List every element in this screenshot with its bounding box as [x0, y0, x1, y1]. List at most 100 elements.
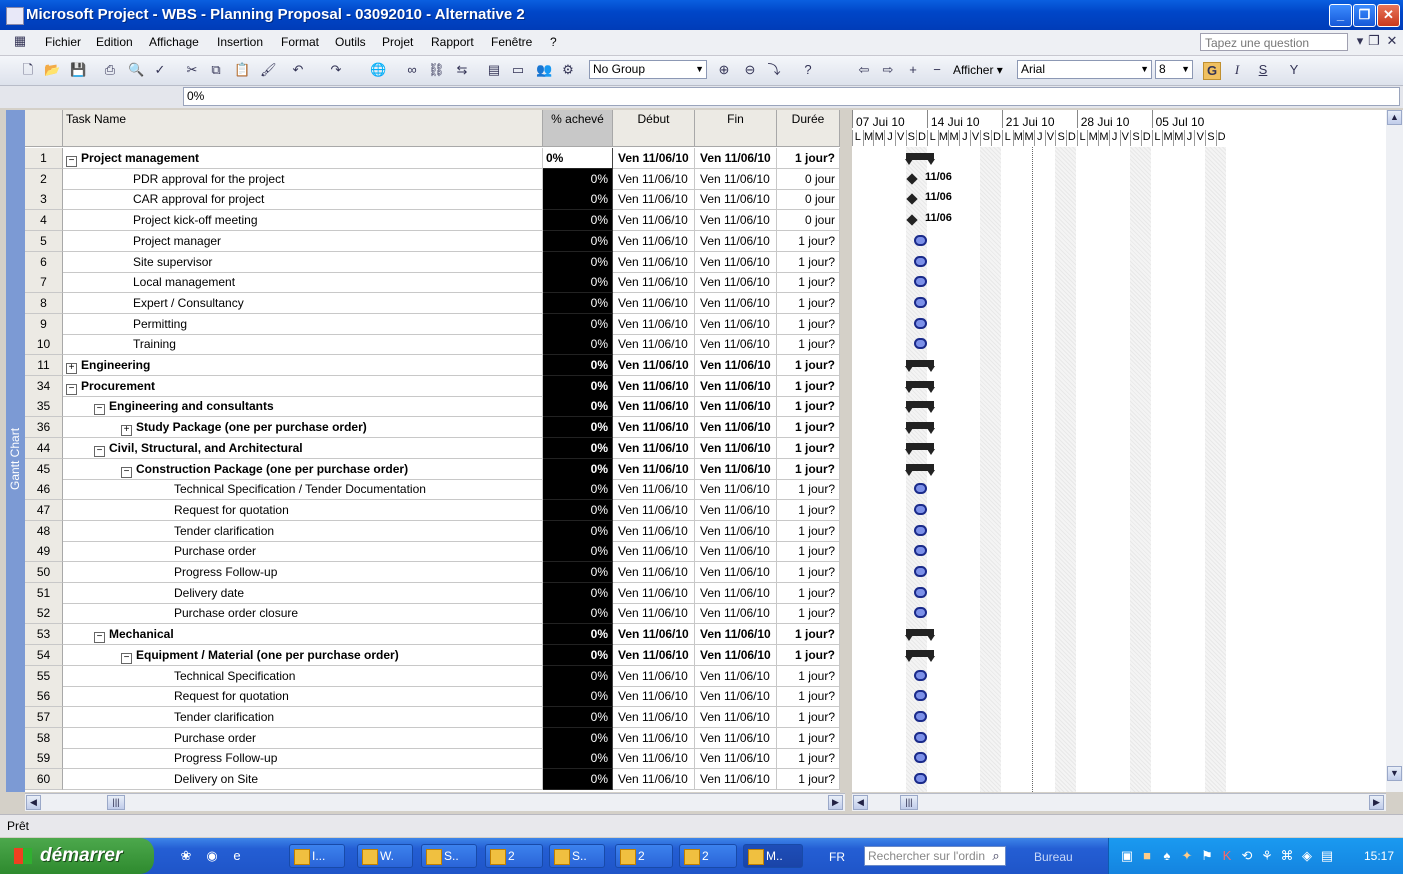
- timescale-day[interactable]: M: [1087, 130, 1099, 146]
- timescale-day[interactable]: M: [1162, 130, 1173, 146]
- column-header-finish[interactable]: Fin: [695, 110, 777, 147]
- ie-icon[interactable]: e: [229, 848, 245, 864]
- pct-complete-cell[interactable]: 0%: [543, 541, 613, 563]
- duration-cell[interactable]: 1 jour?: [777, 562, 840, 583]
- pct-complete-cell[interactable]: 0%: [543, 417, 613, 439]
- start-date-cell[interactable]: Ven 11/06/10: [613, 189, 695, 211]
- task-bar[interactable]: [914, 566, 927, 577]
- menu-edition[interactable]: Edition: [96, 35, 133, 49]
- task-name-cell[interactable]: + Study Package (one per purchase order): [63, 417, 543, 439]
- start-date-cell[interactable]: Ven 11/06/10: [613, 624, 695, 646]
- tray-icon[interactable]: ⚘: [1259, 848, 1275, 864]
- split-task-icon[interactable]: ⇆: [454, 62, 470, 78]
- duration-cell[interactable]: 1 jour?: [777, 355, 840, 376]
- tray-icon[interactable]: ■: [1139, 848, 1155, 864]
- unlink-tasks-icon[interactable]: ⛓: [428, 62, 445, 78]
- duration-cell[interactable]: 1 jour?: [777, 417, 840, 439]
- table-row[interactable]: 59 Progress Follow-up 0% Ven 11/06/10 Ven 11…: [25, 748, 840, 770]
- column-header-start[interactable]: Début: [613, 110, 695, 147]
- row-id[interactable]: 58: [25, 727, 63, 749]
- start-date-cell[interactable]: Ven 11/06/10: [613, 686, 695, 708]
- timescale-day[interactable]: J: [884, 130, 895, 146]
- start-date-cell[interactable]: Ven 11/06/10: [613, 168, 695, 190]
- pct-complete-cell[interactable]: 0%: [543, 334, 613, 356]
- row-id[interactable]: 52: [25, 603, 63, 625]
- pct-complete-cell[interactable]: 0%: [543, 727, 613, 749]
- save-icon[interactable]: 💾: [70, 62, 86, 78]
- timescale-day[interactable]: D: [991, 130, 1002, 146]
- tray-icon[interactable]: ▤: [1319, 848, 1335, 864]
- goto-task-icon[interactable]: ⤵: [766, 62, 782, 78]
- collapse-icon[interactable]: −: [66, 383, 77, 395]
- task-name-cell[interactable]: Project manager: [63, 230, 543, 252]
- finish-date-cell[interactable]: Ven 11/06/10: [695, 148, 777, 169]
- start-date-cell[interactable]: Ven 11/06/10: [613, 417, 695, 439]
- redo-icon[interactable]: ↷: [328, 62, 344, 78]
- duration-cell[interactable]: 1 jour?: [777, 748, 840, 770]
- start-date-cell[interactable]: Ven 11/06/10: [613, 665, 695, 687]
- pct-complete-cell[interactable]: 0%: [543, 355, 613, 376]
- finish-date-cell[interactable]: Ven 11/06/10: [695, 769, 777, 790]
- timescale-day[interactable]: M: [948, 130, 959, 146]
- tray-icon[interactable]: ✦: [1179, 848, 1195, 864]
- spell-check-icon[interactable]: ✓: [152, 62, 168, 78]
- summary-bar[interactable]: [905, 360, 935, 372]
- finish-date-cell[interactable]: Ven 11/06/10: [695, 541, 777, 563]
- finish-date-cell[interactable]: Ven 11/06/10: [695, 479, 777, 501]
- table-row[interactable]: 46 Technical Specification / Tender Docum…: [25, 479, 840, 501]
- task-name-cell[interactable]: Permitting: [63, 313, 543, 335]
- row-id[interactable]: 35: [25, 396, 63, 418]
- task-bar[interactable]: [914, 710, 927, 722]
- desktop-toolbar-label[interactable]: Bureau: [1034, 850, 1073, 864]
- pct-complete-cell[interactable]: 0%: [543, 479, 613, 501]
- outdent-icon[interactable]: ⇦: [856, 62, 872, 78]
- zoom-in-icon[interactable]: ⊕: [716, 62, 732, 78]
- finish-date-cell[interactable]: Ven 11/06/10: [695, 251, 777, 273]
- tray-icon[interactable]: ▣: [1119, 848, 1135, 864]
- start-date-cell[interactable]: Ven 11/06/10: [613, 644, 695, 666]
- table-row[interactable]: 49 Purchase order 0% Ven 11/06/10 Ven 11/06/…: [25, 541, 840, 563]
- pct-complete-cell[interactable]: 0%: [543, 624, 613, 646]
- task-info-icon[interactable]: ▤: [486, 62, 502, 78]
- finish-date-cell[interactable]: Ven 11/06/10: [695, 230, 777, 252]
- row-id[interactable]: 54: [25, 644, 63, 666]
- start-date-cell[interactable]: Ven 11/06/10: [613, 706, 695, 728]
- timescale-day[interactable]: L: [852, 130, 863, 146]
- row-id[interactable]: 60: [25, 769, 63, 790]
- duration-cell[interactable]: 1 jour?: [777, 272, 840, 294]
- row-id[interactable]: 9: [25, 313, 63, 335]
- timescale-day[interactable]: S: [1205, 130, 1216, 146]
- timescale-day[interactable]: D: [916, 130, 927, 146]
- timescale-day[interactable]: V: [1119, 130, 1131, 146]
- milestone-diamond[interactable]: [906, 173, 918, 185]
- taskbar-button[interactable]: 2: [485, 844, 543, 868]
- timescale-day[interactable]: L: [1001, 130, 1013, 146]
- publish-icon[interactable]: ⚙: [560, 62, 576, 78]
- duration-cell[interactable]: 1 jour?: [777, 458, 840, 480]
- finish-date-cell[interactable]: Ven 11/06/10: [695, 644, 777, 666]
- tray-icon[interactable]: ⚑: [1199, 848, 1215, 864]
- table-row[interactable]: 55 Technical Specification 0% Ven 11/06/10 V…: [25, 665, 840, 687]
- tray-icon[interactable]: ◈: [1299, 848, 1315, 864]
- indent-icon[interactable]: ⇨: [880, 62, 896, 78]
- task-name-cell[interactable]: Delivery on Site: [63, 769, 543, 790]
- row-id[interactable]: 45: [25, 458, 63, 480]
- finish-date-cell[interactable]: Ven 11/06/10: [695, 562, 777, 583]
- menu-fenetre[interactable]: Fenêtre: [491, 35, 532, 49]
- row-id[interactable]: 10: [25, 334, 63, 356]
- timescale-day[interactable]: V: [1194, 130, 1206, 146]
- collapse-icon[interactable]: −: [94, 404, 105, 416]
- task-bar[interactable]: [914, 524, 927, 536]
- table-row[interactable]: 4 Project kick-off meeting 0% Ven 11/06/10 V…: [25, 210, 840, 232]
- scroll-down-icon[interactable]: ▼: [1387, 766, 1402, 781]
- timescale-day[interactable]: M: [862, 130, 874, 146]
- table-row[interactable]: 45− Construction Package (one per purchas…: [25, 458, 840, 480]
- pct-complete-editor[interactable]: 0%: [543, 148, 613, 169]
- row-id[interactable]: 1: [25, 148, 63, 169]
- table-horizontal-scrollbar[interactable]: ◀ ||| ▶: [25, 793, 845, 811]
- afficher-button[interactable]: Afficher ▾: [953, 63, 1003, 77]
- row-id[interactable]: 36: [25, 417, 63, 439]
- task-name-cell[interactable]: − Construction Package (one per purchase …: [63, 458, 543, 480]
- pct-complete-cell[interactable]: 0%: [543, 769, 613, 790]
- start-date-cell[interactable]: Ven 11/06/10: [613, 562, 695, 583]
